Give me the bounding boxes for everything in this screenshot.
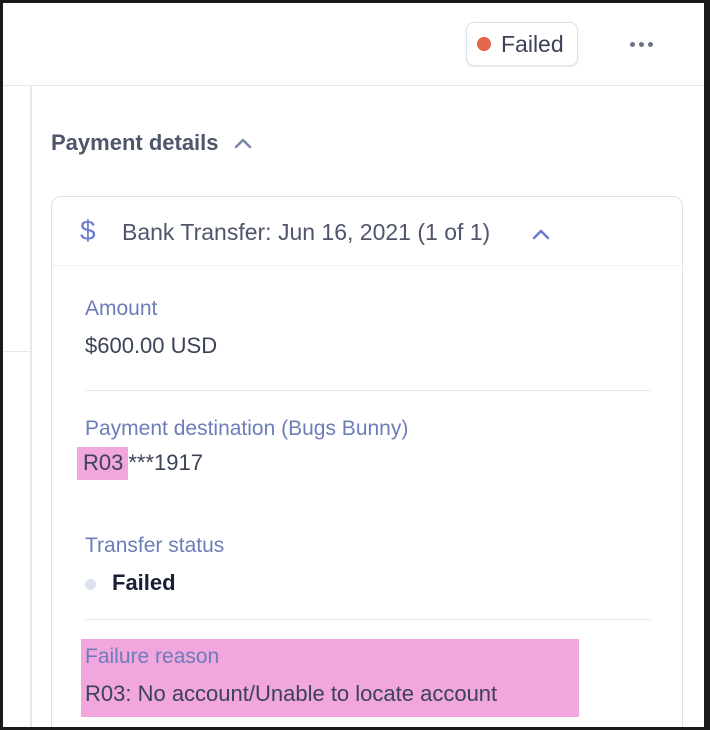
chevron-up-icon	[234, 138, 251, 149]
left-divider-tick	[3, 351, 30, 352]
status-badge-label: Failed	[501, 30, 564, 57]
failure-reason-highlight: Failure reason R03: No account/Unable to…	[81, 639, 579, 717]
chevron-up-icon[interactable]	[531, 227, 551, 241]
left-divider	[30, 85, 32, 727]
divider	[85, 390, 651, 391]
transfer-status-value: Failed	[85, 570, 224, 596]
status-badge[interactable]: Failed	[466, 22, 578, 66]
card-title: Bank Transfer: Jun 16, 2021 (1 of 1)	[122, 219, 491, 245]
transfer-status-label: Transfer status	[85, 534, 225, 557]
transfer-status-field: Transfer status Failed	[85, 534, 224, 596]
amount-field: Amount $600.00 USD	[85, 297, 217, 359]
card-header[interactable]: $ Bank Transfer: Jun 16, 2021 (1 of 1)	[52, 197, 682, 266]
amount-label: Amount	[85, 297, 158, 320]
destination-label: Payment destination (Bugs Bunny)	[85, 417, 409, 440]
section-title: Payment details	[51, 130, 219, 155]
dollar-icon: $	[80, 215, 96, 246]
top-bar: Failed	[3, 3, 704, 86]
return-code-highlight: R03	[77, 447, 129, 480]
destination-value[interactable]: R03 ***1917	[77, 447, 408, 480]
amount-value: $600.00 USD	[85, 333, 218, 358]
divider	[85, 619, 651, 620]
ellipsis-icon[interactable]	[621, 29, 661, 59]
destination-field: Payment destination (Bugs Bunny) R03 ***1…	[77, 417, 409, 480]
account-mask: ***1917	[128, 450, 203, 475]
payment-details-toggle[interactable]: Payment details	[51, 125, 253, 161]
status-dot	[477, 37, 491, 51]
bank-transfer-card: $ Bank Transfer: Jun 16, 2021 (1 of 1) A…	[51, 196, 683, 727]
transfer-status-text: Failed	[112, 570, 176, 595]
payment-detail-panel: Failed Payment details $ Bank Transfer: …	[3, 3, 704, 727]
failure-reason-value: R03: No account/Unable to locate account	[85, 681, 498, 706]
failure-reason-label: Failure reason	[85, 645, 220, 668]
status-bullet	[85, 578, 96, 590]
